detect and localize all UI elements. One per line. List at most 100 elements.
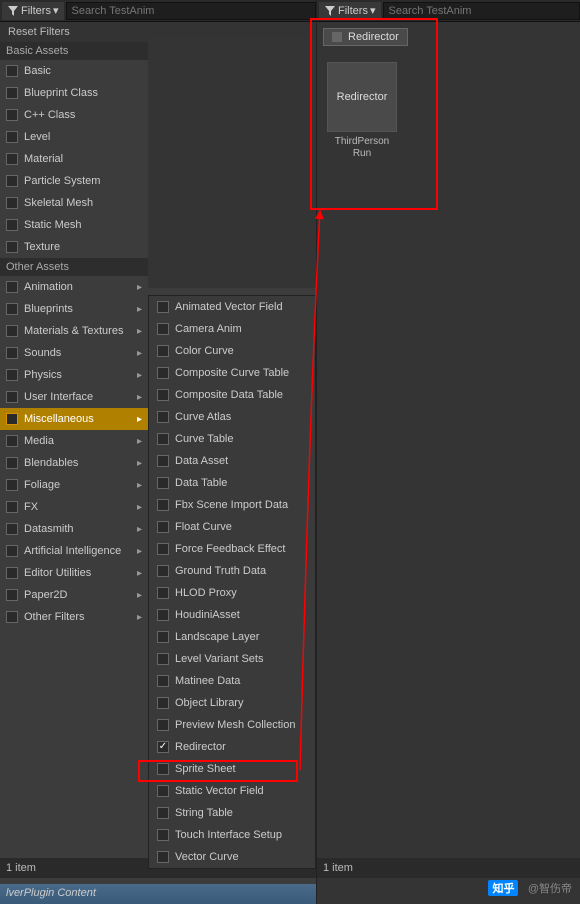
checkbox[interactable] <box>157 851 169 863</box>
filter-other-filters[interactable]: Other Filters▸ <box>0 606 148 628</box>
checkbox[interactable] <box>157 499 169 511</box>
checkbox[interactable] <box>6 153 18 165</box>
checkbox[interactable] <box>157 455 169 467</box>
checkbox[interactable] <box>6 611 18 623</box>
submenu-fbx-scene-import-data[interactable]: Fbx Scene Import Data <box>149 494 315 516</box>
filter-blueprints[interactable]: Blueprints▸ <box>0 298 148 320</box>
checkbox[interactable] <box>157 829 169 841</box>
filter-static-mesh[interactable]: Static Mesh <box>0 214 148 236</box>
submenu-hlod-proxy[interactable]: HLOD Proxy <box>149 582 315 604</box>
checkbox[interactable] <box>6 523 18 535</box>
submenu-vector-curve[interactable]: Vector Curve <box>149 846 315 868</box>
filters-button[interactable]: Filters ▾ <box>2 2 64 20</box>
checkbox[interactable] <box>6 391 18 403</box>
checkbox[interactable] <box>6 65 18 77</box>
checkbox[interactable] <box>6 219 18 231</box>
checkbox[interactable] <box>6 413 18 425</box>
submenu-color-curve[interactable]: Color Curve <box>149 340 315 362</box>
filter-physics[interactable]: Physics▸ <box>0 364 148 386</box>
filter-materials-textures[interactable]: Materials & Textures▸ <box>0 320 148 342</box>
checkbox[interactable] <box>157 785 169 797</box>
checkbox[interactable] <box>6 589 18 601</box>
checkbox[interactable] <box>6 369 18 381</box>
checkbox[interactable] <box>6 303 18 315</box>
submenu-force-feedback-effect[interactable]: Force Feedback Effect <box>149 538 315 560</box>
checkbox[interactable] <box>157 675 169 687</box>
active-filter-tag[interactable]: Redirector <box>323 28 408 46</box>
checkbox[interactable] <box>157 587 169 599</box>
submenu-sprite-sheet[interactable]: Sprite Sheet <box>149 758 315 780</box>
submenu-landscape-layer[interactable]: Landscape Layer <box>149 626 315 648</box>
checkbox[interactable] <box>157 323 169 335</box>
checkbox[interactable] <box>157 345 169 357</box>
checkbox[interactable] <box>157 807 169 819</box>
checkbox[interactable] <box>157 543 169 555</box>
filter-editor-utilities[interactable]: Editor Utilities▸ <box>0 562 148 584</box>
checkbox[interactable] <box>157 367 169 379</box>
checkbox[interactable] <box>157 521 169 533</box>
filter-sounds[interactable]: Sounds▸ <box>0 342 148 364</box>
checkbox[interactable] <box>6 435 18 447</box>
checkbox[interactable] <box>6 281 18 293</box>
filter-media[interactable]: Media▸ <box>0 430 148 452</box>
submenu-houdiniasset[interactable]: HoudiniAsset <box>149 604 315 626</box>
checkbox[interactable] <box>157 433 169 445</box>
checkbox[interactable] <box>157 411 169 423</box>
filter-material[interactable]: Material <box>0 148 148 170</box>
filters-button-right[interactable]: Filters ▾ <box>319 2 381 20</box>
checkbox[interactable] <box>157 565 169 577</box>
checkbox[interactable] <box>6 175 18 187</box>
checkbox[interactable] <box>6 347 18 359</box>
checkbox[interactable] <box>6 545 18 557</box>
filter-basic[interactable]: Basic <box>0 60 148 82</box>
filter-animation[interactable]: Animation▸ <box>0 276 148 298</box>
checkbox[interactable] <box>157 697 169 709</box>
checkbox[interactable] <box>6 325 18 337</box>
submenu-composite-data-table[interactable]: Composite Data Table <box>149 384 315 406</box>
submenu-level-variant-sets[interactable]: Level Variant Sets <box>149 648 315 670</box>
submenu-object-library[interactable]: Object Library <box>149 692 315 714</box>
filter-blendables[interactable]: Blendables▸ <box>0 452 148 474</box>
filter-foliage[interactable]: Foliage▸ <box>0 474 148 496</box>
checkbox[interactable] <box>6 197 18 209</box>
checkbox[interactable] <box>157 477 169 489</box>
filter-skeletal-mesh[interactable]: Skeletal Mesh <box>0 192 148 214</box>
submenu-touch-interface-setup[interactable]: Touch Interface Setup <box>149 824 315 846</box>
checkbox[interactable] <box>6 87 18 99</box>
checkbox[interactable] <box>157 763 169 775</box>
checkbox[interactable] <box>6 479 18 491</box>
checkbox[interactable] <box>6 131 18 143</box>
submenu-preview-mesh-collection[interactable]: Preview Mesh Collection <box>149 714 315 736</box>
search-input-right[interactable] <box>383 2 580 20</box>
checkbox[interactable] <box>6 109 18 121</box>
search-input[interactable] <box>66 2 316 20</box>
checkbox[interactable] <box>6 241 18 253</box>
filter-paper2d[interactable]: Paper2D▸ <box>0 584 148 606</box>
filter-miscellaneous[interactable]: Miscellaneous▸ <box>0 408 148 430</box>
asset-tile[interactable]: Redirector ThirdPerson Run <box>327 62 397 160</box>
filter-artificial-intelligence[interactable]: Artificial Intelligence▸ <box>0 540 148 562</box>
filter-level[interactable]: Level <box>0 126 148 148</box>
submenu-matinee-data[interactable]: Matinee Data <box>149 670 315 692</box>
filter-particle-system[interactable]: Particle System <box>0 170 148 192</box>
filter-blueprint-class[interactable]: Blueprint Class <box>0 82 148 104</box>
checkbox[interactable] <box>6 457 18 469</box>
submenu-curve-atlas[interactable]: Curve Atlas <box>149 406 315 428</box>
submenu-camera-anim[interactable]: Camera Anim <box>149 318 315 340</box>
submenu-static-vector-field[interactable]: Static Vector Field <box>149 780 315 802</box>
checkbox[interactable] <box>6 567 18 579</box>
checkbox[interactable] <box>157 389 169 401</box>
checkbox[interactable] <box>157 609 169 621</box>
checkbox[interactable] <box>157 653 169 665</box>
submenu-animated-vector-field[interactable]: Animated Vector Field <box>149 296 315 318</box>
filter-datasmith[interactable]: Datasmith▸ <box>0 518 148 540</box>
checkbox[interactable] <box>6 501 18 513</box>
submenu-composite-curve-table[interactable]: Composite Curve Table <box>149 362 315 384</box>
submenu-float-curve[interactable]: Float Curve <box>149 516 315 538</box>
filter-c-class[interactable]: C++ Class <box>0 104 148 126</box>
submenu-ground-truth-data[interactable]: Ground Truth Data <box>149 560 315 582</box>
submenu-redirector[interactable]: Redirector <box>149 736 315 758</box>
checkbox[interactable] <box>157 631 169 643</box>
checkbox[interactable] <box>157 741 169 753</box>
submenu-string-table[interactable]: String Table <box>149 802 315 824</box>
